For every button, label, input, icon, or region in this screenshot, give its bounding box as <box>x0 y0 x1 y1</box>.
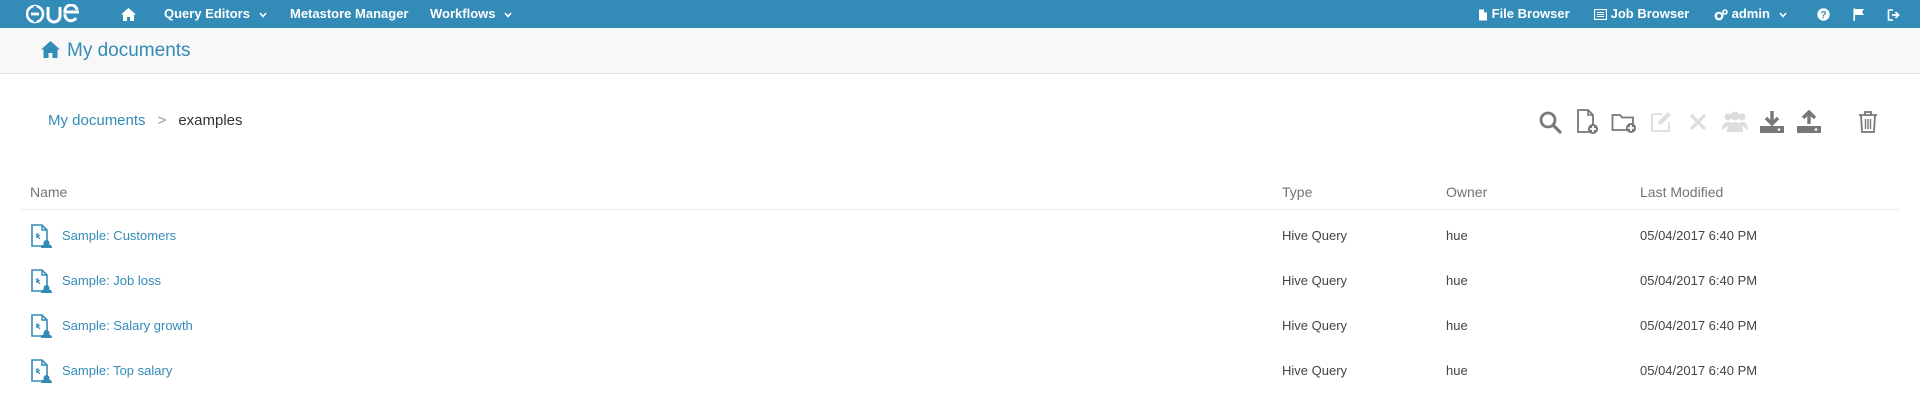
trash-button[interactable] <box>1854 108 1882 136</box>
table-header-divider <box>20 209 1900 210</box>
job-browser-link[interactable]: Job Browser <box>1593 0 1690 28</box>
file-browser-label: File Browser <box>1491 6 1570 21</box>
home-icon <box>41 41 60 58</box>
page-title-label: My documents <box>67 40 191 61</box>
page-title: My documents <box>40 40 191 62</box>
document-last-modified: 05/04/2017 6:40 PM <box>1640 228 1758 243</box>
document-name-link[interactable]: Sample: Top salary <box>62 363 172 378</box>
document-last-modified: 05/04/2017 6:40 PM <box>1640 318 1758 333</box>
chevron-down-icon <box>258 12 267 18</box>
column-header-type[interactable]: Type <box>1282 184 1312 200</box>
top-navbar: Query Editors Metastore Manager Workflow… <box>0 0 1920 28</box>
job-browser-label: Job Browser <box>1610 6 1690 21</box>
chevron-down-icon <box>1778 12 1787 18</box>
query-editors-label: Query Editors <box>164 6 250 21</box>
query-editors-menu[interactable]: Query Editors <box>164 0 267 28</box>
table-row[interactable]: Sample: Salary growth Hive Query hue 05/… <box>20 303 1900 348</box>
new-document-button[interactable] <box>1573 108 1601 136</box>
column-header-last-modified[interactable]: Last Modified <box>1640 184 1723 200</box>
document-name-link[interactable]: Sample: Customers <box>62 228 176 243</box>
hive-query-icon <box>31 314 52 338</box>
new-folder-icon <box>1611 114 1636 133</box>
document-type: Hive Query <box>1282 273 1348 288</box>
hue-logo[interactable] <box>26 4 88 24</box>
document-name-link[interactable]: Sample: Salary growth <box>62 318 193 333</box>
search-icon <box>1539 111 1562 134</box>
delete-button[interactable] <box>1684 108 1712 136</box>
edit-button[interactable] <box>1647 108 1675 136</box>
workflows-menu[interactable]: Workflows <box>430 0 512 28</box>
delete-icon <box>1690 114 1706 130</box>
document-last-modified: 05/04/2017 6:40 PM <box>1640 363 1758 378</box>
metastore-manager-label: Metastore Manager <box>290 6 409 21</box>
search-button[interactable] <box>1536 108 1564 136</box>
new-document-icon <box>1577 109 1598 134</box>
trash-icon <box>1859 111 1877 133</box>
upload-button[interactable] <box>1795 108 1823 136</box>
download-button[interactable] <box>1758 108 1786 136</box>
chevron-down-icon <box>504 12 512 18</box>
column-header-name[interactable]: Name <box>30 184 67 200</box>
help-button[interactable]: ? <box>1817 0 1830 28</box>
page-header: My documents <box>0 28 1920 74</box>
table-row[interactable]: Sample: Top salary Hive Query hue 05/04/… <box>20 348 1900 393</box>
hive-query-icon <box>31 224 52 248</box>
home-icon <box>121 8 136 22</box>
admin-label: admin <box>1731 6 1770 21</box>
document-last-modified: 05/04/2017 6:40 PM <box>1640 273 1758 288</box>
share-icon <box>1722 111 1748 132</box>
workflows-label: Workflows <box>430 6 496 21</box>
user-menu[interactable]: admin <box>1714 0 1787 28</box>
table-row[interactable]: Sample: Customers Hive Query hue 05/04/2… <box>20 213 1900 258</box>
breadcrumb-root-link[interactable]: My documents <box>48 112 146 129</box>
document-owner: hue <box>1446 318 1468 333</box>
flag-button[interactable] <box>1853 0 1865 28</box>
edit-icon <box>1651 112 1671 132</box>
download-icon <box>1760 111 1784 133</box>
hive-query-icon <box>31 269 52 293</box>
document-type: Hive Query <box>1282 363 1348 378</box>
breadcrumb-current: examples <box>178 112 243 129</box>
document-owner: hue <box>1446 273 1468 288</box>
sign-out-icon <box>1887 8 1900 21</box>
breadcrumb-separator: > <box>157 112 167 129</box>
upload-icon <box>1797 110 1821 133</box>
new-folder-button[interactable] <box>1610 108 1638 136</box>
file-browser-link[interactable]: File Browser <box>1478 0 1570 28</box>
cogs-icon <box>1714 8 1728 20</box>
document-owner: hue <box>1446 363 1468 378</box>
document-type: Hive Query <box>1282 318 1348 333</box>
hive-query-icon <box>31 359 52 383</box>
document-owner: hue <box>1446 228 1468 243</box>
column-header-owner[interactable]: Owner <box>1446 184 1487 200</box>
file-icon <box>1479 9 1487 21</box>
list-icon <box>1593 8 1608 21</box>
flag-icon <box>1853 8 1864 22</box>
document-type: Hive Query <box>1282 228 1348 243</box>
logout-button[interactable] <box>1887 0 1901 28</box>
metastore-manager-link[interactable]: Metastore Manager <box>290 0 408 28</box>
svg-text:?: ? <box>1820 10 1826 21</box>
table-row[interactable]: Sample: Job loss Hive Query hue 05/04/20… <box>20 258 1900 303</box>
document-name-link[interactable]: Sample: Job loss <box>62 273 161 288</box>
share-button[interactable] <box>1721 108 1749 136</box>
home-nav-button[interactable] <box>120 0 137 28</box>
help-icon: ? <box>1817 8 1830 21</box>
breadcrumb: My documents > examples <box>48 112 243 129</box>
